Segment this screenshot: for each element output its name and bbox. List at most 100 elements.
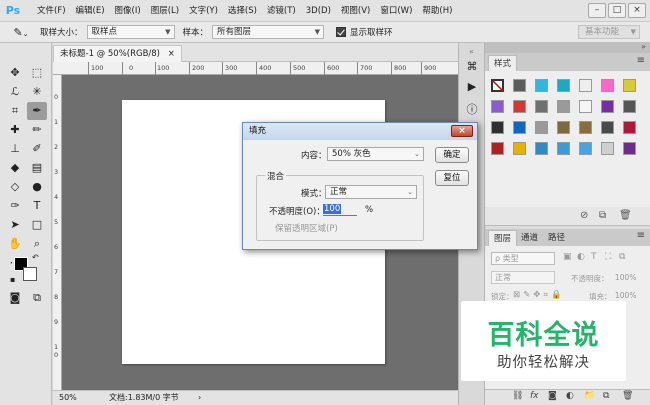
opacity-value[interactable]: 100%: [615, 273, 636, 282]
style-swatch[interactable]: [513, 142, 526, 155]
sample-select[interactable]: 所有图层 ▼: [212, 25, 325, 39]
pixel-filter-icon[interactable]: ▣: [563, 252, 572, 262]
style-swatch[interactable]: [601, 79, 614, 92]
actions-play-icon[interactable]: ▶: [463, 80, 481, 98]
panel-menu-icon[interactable]: ≡: [637, 230, 645, 241]
shape-filter-icon[interactable]: ⛶: [605, 252, 611, 262]
style-swatch[interactable]: [601, 142, 614, 155]
style-swatch[interactable]: [491, 100, 504, 113]
ok-button[interactable]: 确定: [435, 147, 469, 163]
menu-item-8[interactable]: 视图(V): [336, 0, 375, 22]
adjustment-filter-icon[interactable]: ◐: [577, 252, 585, 262]
style-swatch[interactable]: [557, 142, 570, 155]
brush-tool-icon[interactable]: ✏: [27, 121, 47, 139]
blend-mode-select[interactable]: 正常: [491, 271, 555, 284]
style-swatch[interactable]: [491, 79, 505, 93]
type-tool-icon[interactable]: T: [27, 197, 47, 215]
menu-item-6[interactable]: 滤镜(T): [262, 0, 301, 22]
menu-item-5[interactable]: 选择(S): [223, 0, 262, 22]
style-swatch[interactable]: [623, 79, 636, 92]
tab-channels[interactable]: 通道: [516, 230, 543, 246]
eyedropper-tool-preset-icon[interactable]: ✎⌄: [10, 26, 32, 39]
reset-button[interactable]: 复位: [435, 170, 469, 186]
collapse-panel-icon[interactable]: »: [641, 42, 646, 51]
zoom-tool-icon[interactable]: ⌕: [27, 235, 47, 253]
eraser-tool-icon[interactable]: ◆: [5, 159, 25, 177]
style-swatch[interactable]: [535, 79, 548, 92]
history-icon[interactable]: ⌘: [463, 60, 481, 78]
new-group-icon[interactable]: 📁: [584, 391, 595, 401]
style-swatch[interactable]: [535, 142, 548, 155]
clone-stamp-tool-icon[interactable]: ⊥: [5, 140, 25, 158]
link-layers-icon[interactable]: ⛓: [512, 391, 523, 401]
info-icon[interactable]: ⓘ: [463, 101, 481, 119]
background-color-swatch[interactable]: [23, 267, 37, 281]
style-swatch[interactable]: [579, 142, 592, 155]
maximize-button[interactable]: □: [608, 3, 626, 18]
style-swatch[interactable]: [623, 121, 636, 134]
pen-tool-icon[interactable]: ✑: [5, 197, 25, 215]
show-ring-checkbox[interactable]: [336, 27, 347, 37]
rectangle-tool-icon[interactable]: □: [27, 216, 47, 234]
crop-tool-icon[interactable]: ⌗: [5, 102, 25, 120]
style-swatch[interactable]: [513, 79, 526, 92]
style-swatch[interactable]: [601, 100, 614, 113]
style-swatch[interactable]: [513, 121, 526, 134]
menu-item-9[interactable]: 窗口(W): [375, 0, 417, 22]
menu-item-0[interactable]: 文件(F): [32, 0, 71, 22]
style-swatch[interactable]: [579, 121, 592, 134]
new-layer-icon[interactable]: ⧉: [603, 391, 609, 401]
screen-mode-icon[interactable]: ⧉: [27, 289, 47, 307]
style-swatch[interactable]: [535, 121, 548, 134]
sample-size-select[interactable]: 取样点 ▼: [86, 25, 175, 39]
smart-object-filter-icon[interactable]: ⧉: [619, 252, 625, 262]
add-mask-icon[interactable]: ◙: [548, 391, 557, 401]
style-swatch[interactable]: [557, 79, 570, 92]
collapse-icon[interactable]: «: [459, 47, 484, 56]
marquee-tool-icon[interactable]: ⬚: [27, 64, 47, 82]
fx-icon[interactable]: fx: [530, 391, 539, 401]
tab-paths[interactable]: 路径: [543, 230, 570, 246]
zoom-level[interactable]: 50%: [59, 391, 77, 405]
document-tab[interactable]: 未标题-1 @ 50%(RGB/8) ×: [53, 45, 182, 62]
style-swatch[interactable]: [557, 121, 570, 134]
delete-layer-icon[interactable]: 🗑: [622, 391, 633, 401]
eyedropper-tool-icon[interactable]: ✒: [27, 102, 47, 120]
mode-select[interactable]: 正常 ⌄: [325, 185, 417, 199]
menu-item-2[interactable]: 图像(I): [110, 0, 146, 22]
blur-tool-icon[interactable]: ◇: [5, 178, 25, 196]
menu-item-3[interactable]: 图层(L): [146, 0, 184, 22]
close-tab-icon[interactable]: ×: [168, 49, 175, 59]
style-swatch[interactable]: [513, 100, 526, 113]
tab-styles[interactable]: 样式: [488, 55, 518, 71]
workspace-select[interactable]: 基本功能 ▼: [578, 25, 640, 39]
style-swatch[interactable]: [579, 100, 592, 113]
style-swatch[interactable]: [623, 142, 636, 155]
clear-style-icon[interactable]: ⊘: [580, 210, 588, 221]
new-style-icon[interactable]: ⧉: [599, 210, 606, 221]
swap-colors-icon[interactable]: ↶: [32, 253, 39, 262]
healing-brush-tool-icon[interactable]: ✚: [5, 121, 25, 139]
close-window-button[interactable]: ×: [628, 3, 646, 18]
default-colors-icon[interactable]: ▪: [10, 275, 15, 284]
magic-wand-tool-icon[interactable]: ✳: [27, 83, 47, 101]
menu-item-7[interactable]: 3D(D): [301, 0, 336, 22]
lock-icons[interactable]: ⊠✎✥⌗🔒: [513, 290, 565, 300]
path-selection-tool-icon[interactable]: ➤: [5, 216, 25, 234]
menu-item-1[interactable]: 编辑(E): [71, 0, 110, 22]
menu-item-10[interactable]: 帮助(H): [417, 0, 457, 22]
minimize-button[interactable]: –: [588, 3, 606, 18]
dialog-close-button[interactable]: ×: [451, 125, 473, 137]
style-swatch[interactable]: [601, 121, 614, 134]
menu-item-4[interactable]: 文字(Y): [184, 0, 223, 22]
fill-value[interactable]: 100%: [615, 291, 636, 300]
opacity-input[interactable]: 100: [323, 204, 357, 216]
gradient-tool-icon[interactable]: ▤: [27, 159, 47, 177]
dialog-title-bar[interactable]: 填充: [243, 123, 477, 140]
style-swatch[interactable]: [491, 142, 504, 155]
style-swatch[interactable]: [623, 100, 636, 113]
delete-style-icon[interactable]: 🗑: [619, 210, 632, 221]
tab-layers[interactable]: 图层: [488, 230, 518, 246]
quick-mask-icon[interactable]: ◙: [5, 289, 25, 307]
layer-kind-filter[interactable]: ρ 类型: [491, 252, 555, 265]
